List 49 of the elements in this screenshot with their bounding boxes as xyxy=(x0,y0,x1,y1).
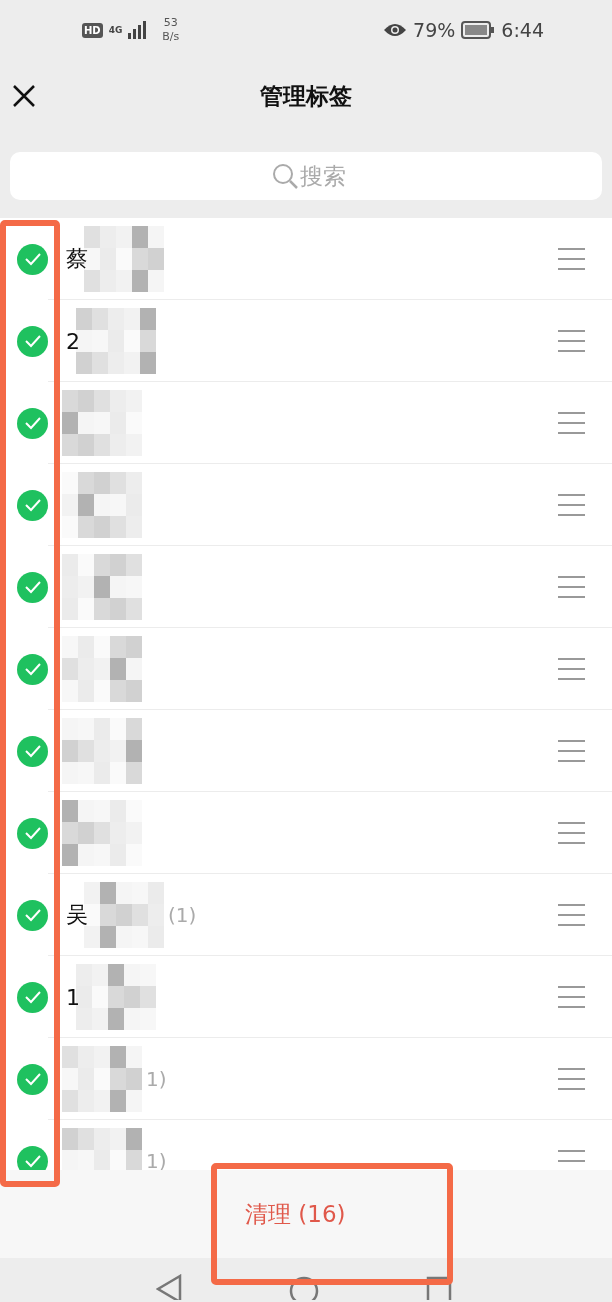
drag-handle-icon[interactable] xyxy=(558,904,585,926)
drag-handle-icon[interactable] xyxy=(558,658,585,680)
tag-name: 2 xyxy=(66,328,80,354)
tag-name: 吴 xyxy=(66,901,88,929)
check-icon[interactable] xyxy=(17,1145,48,1170)
speed-unit: B/s xyxy=(162,30,180,44)
speed-value: 53 xyxy=(163,16,178,30)
drag-handle-icon[interactable] xyxy=(558,1068,585,1090)
tag-row[interactable]: 蔡 xyxy=(0,218,612,300)
tag-row[interactable]: 1 xyxy=(0,956,612,1038)
check-icon[interactable] xyxy=(17,407,48,439)
check-icon[interactable] xyxy=(17,571,48,603)
eye-icon xyxy=(383,22,408,38)
page-title: 管理标签 xyxy=(260,81,352,111)
tag-row[interactable]: 吴 (1) xyxy=(0,874,612,956)
check-icon[interactable] xyxy=(17,981,48,1013)
hd-badge: HD xyxy=(82,22,103,38)
tag-count: 1) xyxy=(146,1149,167,1170)
battery-icon xyxy=(461,21,496,39)
check-icon[interactable] xyxy=(17,653,48,685)
drag-handle-icon[interactable] xyxy=(558,822,585,844)
recents-icon[interactable] xyxy=(426,1274,452,1300)
check-icon[interactable] xyxy=(17,817,48,849)
tag-name: 蔡 xyxy=(66,245,88,273)
tag-row[interactable]: 2 xyxy=(0,300,612,382)
back-icon[interactable] xyxy=(156,1274,182,1300)
tag-count: (1) xyxy=(168,903,197,927)
drag-handle-icon[interactable] xyxy=(558,740,585,762)
drag-handle-icon[interactable] xyxy=(558,576,585,598)
battery-percent: 79% xyxy=(413,19,456,41)
tag-name: 1 xyxy=(66,984,80,1010)
tag-count: 1) xyxy=(146,1067,167,1091)
search-icon xyxy=(272,163,298,189)
check-icon[interactable] xyxy=(17,1063,48,1095)
drag-handle-icon[interactable] xyxy=(558,330,585,352)
check-icon[interactable] xyxy=(17,735,48,767)
home-icon[interactable] xyxy=(289,1274,319,1300)
check-icon[interactable] xyxy=(17,325,48,357)
drag-handle-icon[interactable] xyxy=(558,494,585,516)
check-icon[interactable] xyxy=(17,489,48,521)
network-label: 4G xyxy=(108,25,123,35)
signal-icon xyxy=(128,21,149,39)
search-field[interactable]: 搜索 xyxy=(10,152,602,200)
drag-handle-icon[interactable] xyxy=(558,248,585,270)
check-icon[interactable] xyxy=(17,899,48,931)
drag-handle-icon[interactable] xyxy=(558,412,585,434)
check-icon[interactable] xyxy=(17,243,48,275)
clock: 6:44 xyxy=(501,19,544,41)
drag-handle-icon[interactable] xyxy=(558,986,585,1008)
